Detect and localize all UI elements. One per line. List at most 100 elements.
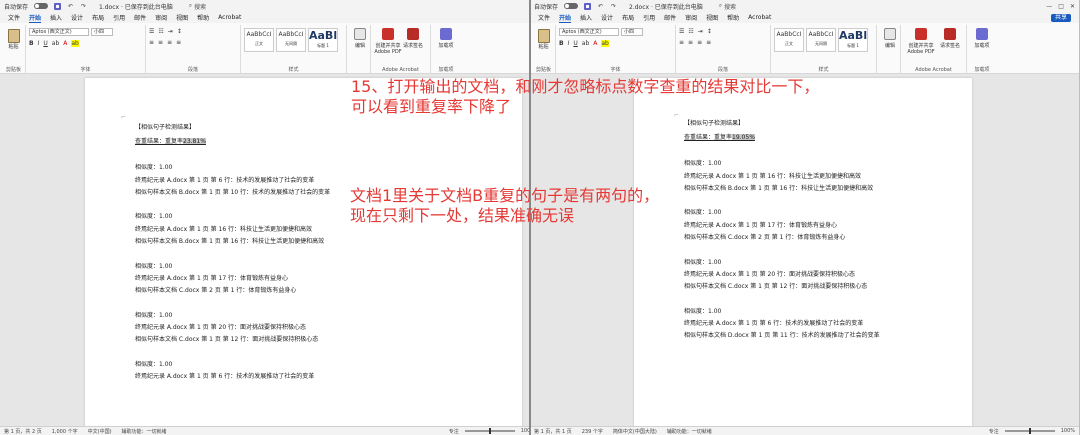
tab-references[interactable]: 引用 (643, 13, 655, 22)
style-normal[interactable]: AaBbCcI 正文 (774, 28, 804, 52)
tab-design[interactable]: 设计 (601, 13, 613, 22)
document-page[interactable]: ⌐ 【相似句子检测结果】 查重结果：重复率19.05% 相似度：1.00 终焉纪… (634, 78, 972, 435)
indent-icon[interactable]: ⇥ (168, 28, 173, 35)
zoom-level[interactable]: 100% (1061, 428, 1075, 434)
tab-mailings[interactable]: 邮件 (664, 13, 676, 22)
highlight-icon[interactable]: ab (601, 40, 609, 47)
bold-icon[interactable]: B (559, 40, 564, 47)
document-area[interactable]: ⌐ 【相似句子检测结果】 查重结果：重复率19.05% 相似度：1.00 终焉纪… (530, 74, 1079, 435)
sort-icon[interactable]: ↕ (177, 28, 182, 35)
zoom-slider[interactable] (464, 428, 515, 434)
addins-button[interactable]: 加载项 (434, 25, 458, 49)
word-count[interactable]: 239 个字 (582, 428, 603, 435)
bold-icon[interactable]: B (29, 40, 34, 47)
tab-home[interactable]: 开始 (29, 13, 42, 23)
font-size-select[interactable]: 小四 (621, 28, 643, 36)
align-left-icon[interactable]: ≡ (149, 39, 154, 46)
indent-icon[interactable]: ⇥ (698, 28, 703, 35)
style-heading-1[interactable]: AaBl 标题 1 (838, 28, 868, 52)
accessibility-status[interactable]: 辅助功能：一切就绪 (667, 428, 712, 435)
word-count[interactable]: 1,000 个字 (52, 428, 78, 435)
tab-design[interactable]: 设计 (71, 13, 83, 22)
strikethrough-icon[interactable]: ab (582, 40, 590, 47)
create-pdf-button[interactable]: 创建并共享 Adobe PDF (904, 25, 938, 55)
underline-icon[interactable]: U (573, 40, 577, 47)
language[interactable]: 中文(中国) (88, 428, 112, 435)
tab-help[interactable]: 帮助 (727, 13, 739, 22)
tab-mailings[interactable]: 邮件 (134, 13, 146, 22)
tab-review[interactable]: 审阅 (685, 13, 697, 22)
style-normal[interactable]: AaBbCcI 正文 (244, 28, 274, 52)
italic-icon[interactable]: I (38, 40, 40, 47)
document-area[interactable]: ⌐ 【相似句子检测结果】 查重结果：重复率23.81% 相似度：1.00 终焉纪… (0, 74, 539, 435)
close-icon[interactable]: ✕ (1070, 3, 1075, 10)
minimize-icon[interactable]: — (1046, 3, 1052, 10)
italic-icon[interactable]: I (568, 40, 570, 47)
font-name-select[interactable]: Aptos (西文正文) (559, 28, 619, 36)
document-page[interactable]: ⌐ 【相似句子检测结果】 查重结果：重复率23.81% 相似度：1.00 终焉纪… (85, 78, 522, 435)
autosave-toggle[interactable] (34, 3, 49, 9)
save-icon[interactable]: ▪ (54, 2, 62, 10)
font-name-select[interactable]: Aptos (西文正文) (29, 28, 89, 36)
request-signature-button[interactable]: 请求签名 (402, 25, 424, 55)
underline-icon[interactable]: U (43, 40, 47, 47)
numbering-icon[interactable]: ☷ (688, 28, 693, 35)
font-color-icon[interactable]: A (593, 40, 597, 47)
paste-icon[interactable] (537, 29, 550, 43)
search-box[interactable]: ⌕ 搜索 (719, 2, 736, 11)
sort-icon[interactable]: ↕ (707, 28, 712, 35)
redo-icon[interactable]: ↷ (610, 3, 617, 10)
justify-icon[interactable]: ≡ (706, 39, 711, 46)
edit-button[interactable]: 编辑 (880, 25, 900, 49)
tab-review[interactable]: 审阅 (155, 13, 167, 22)
tab-home[interactable]: 开始 (559, 13, 572, 23)
accessibility-status[interactable]: 辅助功能：一切就绪 (122, 428, 167, 435)
focus-button[interactable]: 专注 (989, 428, 999, 435)
numbering-icon[interactable]: ☷ (158, 28, 163, 35)
align-right-icon[interactable]: ≡ (697, 39, 702, 46)
maximize-icon[interactable]: □ (1058, 3, 1064, 10)
tab-insert[interactable]: 插入 (580, 13, 592, 22)
style-heading-1[interactable]: AaBl 标题 1 (308, 28, 338, 52)
strikethrough-icon[interactable]: ab (52, 40, 60, 47)
focus-button[interactable]: 专注 (449, 428, 459, 435)
tab-file[interactable]: 文件 (538, 13, 550, 22)
page-count[interactable]: 第 1 页，共 1 页 (534, 428, 572, 435)
align-center-icon[interactable]: ≡ (688, 39, 693, 46)
request-signature-button[interactable]: 请求签名 (938, 25, 962, 55)
undo-icon[interactable]: ↶ (67, 3, 74, 10)
tab-view[interactable]: 视图 (706, 13, 718, 22)
zoom-slider[interactable] (1004, 428, 1055, 434)
highlight-icon[interactable]: ab (71, 40, 79, 47)
autosave-toggle[interactable] (564, 3, 579, 9)
language[interactable]: 简体中文(中国大陆) (613, 428, 657, 435)
tab-view[interactable]: 视图 (176, 13, 188, 22)
font-color-icon[interactable]: A (63, 40, 67, 47)
align-center-icon[interactable]: ≡ (158, 39, 163, 46)
align-right-icon[interactable]: ≡ (167, 39, 172, 46)
tab-insert[interactable]: 插入 (50, 13, 62, 22)
create-pdf-button[interactable]: 创建并共享 Adobe PDF (374, 25, 402, 55)
tab-help[interactable]: 帮助 (197, 13, 209, 22)
paste-icon[interactable] (7, 29, 20, 43)
tab-references[interactable]: 引用 (113, 13, 125, 22)
tab-file[interactable]: 文件 (8, 13, 20, 22)
addins-button[interactable]: 加载项 (970, 25, 994, 49)
tab-acrobat[interactable]: Acrobat (748, 14, 771, 21)
font-size-select[interactable]: 小四 (91, 28, 113, 36)
search-box[interactable]: ⌕ 搜索 (189, 2, 206, 11)
tab-acrobat[interactable]: Acrobat (218, 14, 241, 21)
redo-icon[interactable]: ↷ (80, 3, 87, 10)
page-count[interactable]: 第 1 页，共 2 页 (4, 428, 42, 435)
align-left-icon[interactable]: ≡ (679, 39, 684, 46)
bullets-icon[interactable]: ☰ (149, 28, 154, 35)
style-no-spacing[interactable]: AaBbCcI 无间隔 (276, 28, 306, 52)
bullets-icon[interactable]: ☰ (679, 28, 684, 35)
undo-icon[interactable]: ↶ (597, 3, 604, 10)
tab-layout[interactable]: 布局 (92, 13, 104, 22)
style-no-spacing[interactable]: AaBbCcI 无间隔 (806, 28, 836, 52)
save-icon[interactable]: ▪ (584, 2, 592, 10)
tab-layout[interactable]: 布局 (622, 13, 634, 22)
justify-icon[interactable]: ≡ (176, 39, 181, 46)
share-button[interactable]: 共享 (1050, 13, 1071, 22)
